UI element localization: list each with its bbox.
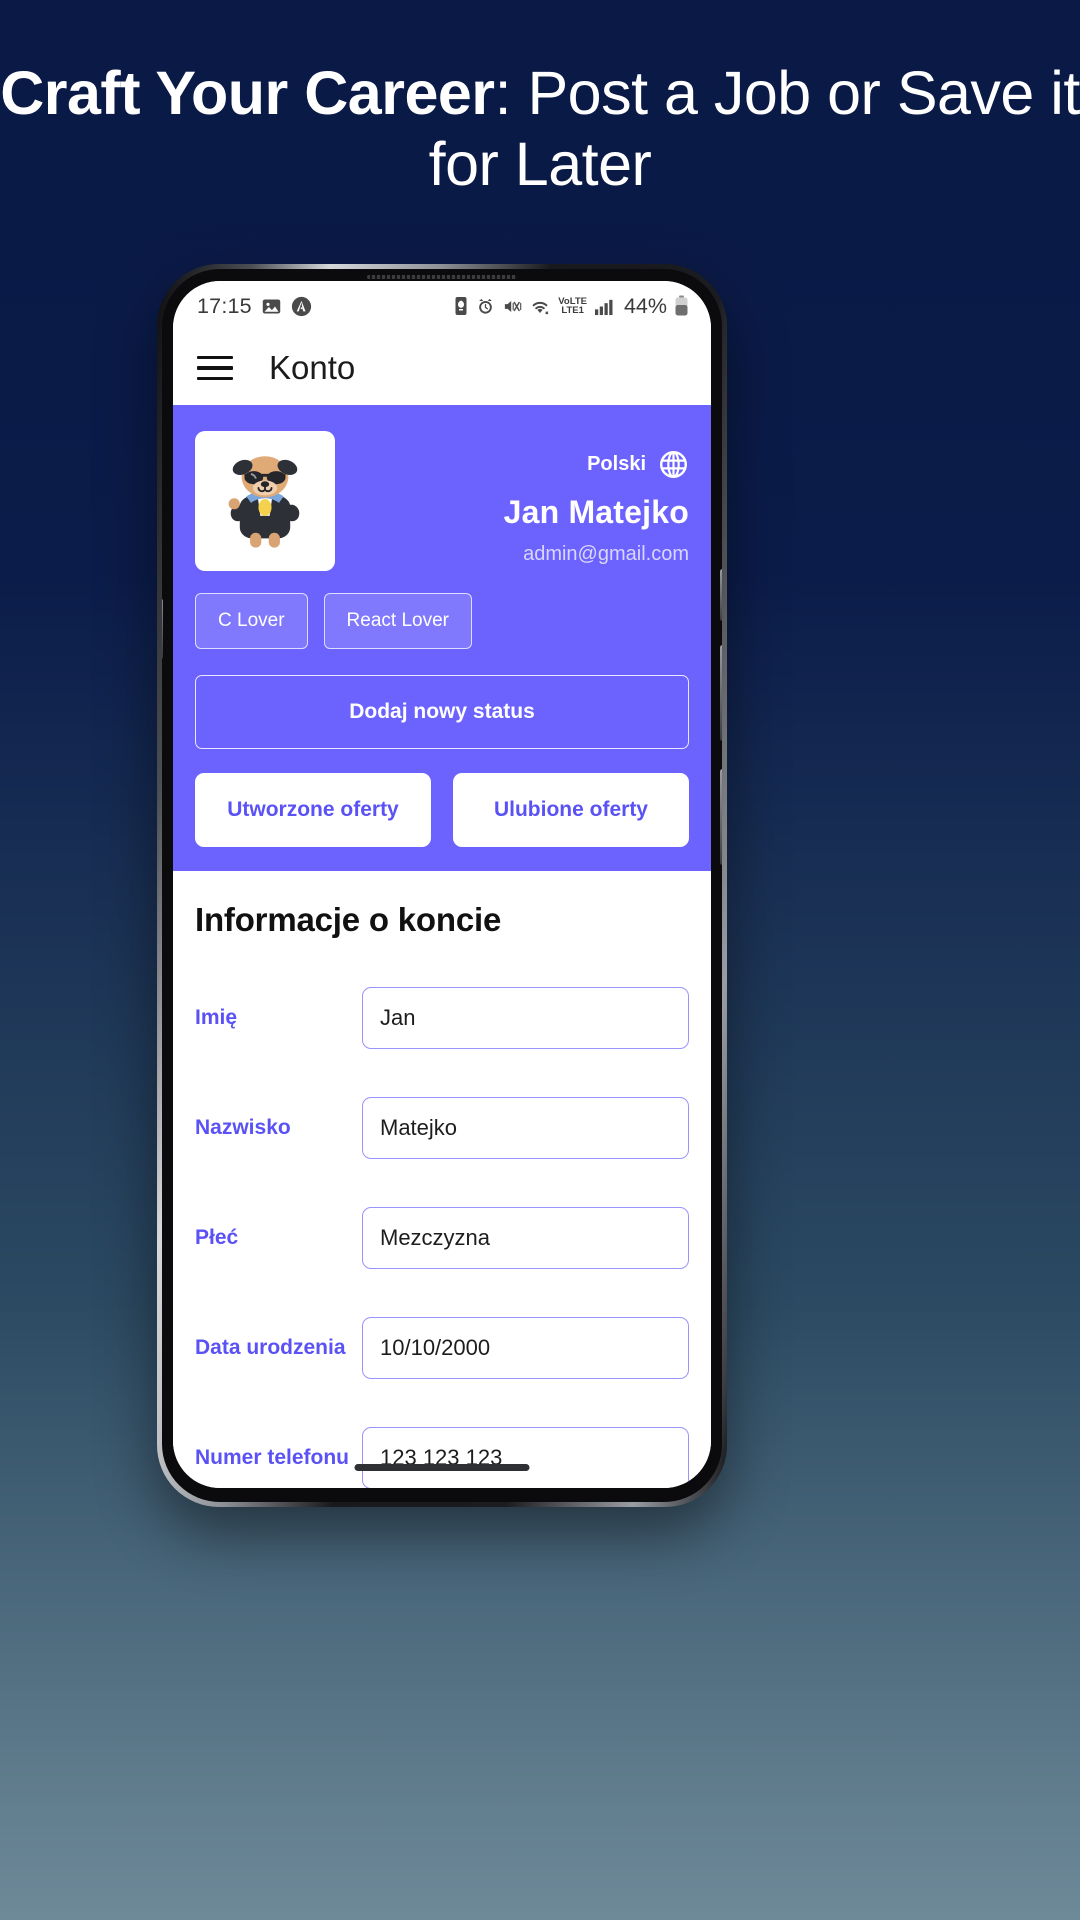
earpiece-speaker	[367, 275, 517, 279]
gender-input[interactable]: Mezczyzna	[362, 1207, 689, 1269]
headline-rest: : Post a Job or Save it for Later	[428, 59, 1080, 199]
profile-meta: Polski Jan Matejko admin@gmail.com	[504, 431, 689, 571]
avatar[interactable]	[195, 431, 335, 571]
volte-label: VoLTE LTE1	[558, 296, 587, 316]
form-field-plec: Płeć Mezczyzna	[195, 1207, 689, 1269]
birth-date-input[interactable]: 10/10/2000	[362, 1317, 689, 1379]
volte-bottom: LTE1	[561, 305, 584, 316]
status-tag[interactable]: React Lover	[323, 593, 472, 649]
favourite-offers-button[interactable]: Ulubione oferty	[453, 773, 689, 847]
profile-email: admin@gmail.com	[523, 543, 689, 565]
language-label: Polski	[587, 453, 646, 475]
field-label: Numer telefonu	[195, 1446, 350, 1469]
globe-icon[interactable]	[658, 449, 689, 480]
phone-power-button[interactable]	[720, 569, 722, 621]
phone-mockup: 17:15 VoLTE LTE1 44% Konto Polski Jan Ma…	[157, 264, 727, 1507]
account-info-title: Informacje o koncie	[195, 901, 502, 938]
app-bar: Konto	[173, 331, 711, 405]
profile-name: Jan Matejko	[503, 494, 689, 530]
offer-buttons-row: Utworzone oferty Ulubione oferty	[195, 773, 689, 847]
image-icon	[261, 296, 282, 317]
add-status-button[interactable]: Dodaj nowy status	[195, 675, 689, 749]
hamburger-line	[197, 376, 233, 381]
phone-left-button[interactable]	[162, 599, 163, 659]
field-label: Data urodzenia	[195, 1336, 346, 1359]
battery-icon	[674, 295, 689, 317]
phone-volume-up-button[interactable]	[720, 645, 722, 741]
headline-bold: Craft Your Career	[0, 59, 495, 127]
page-headline: Craft Your Career: Post a Job or Save it…	[0, 58, 1080, 201]
status-bar-right: VoLTE LTE1 44%	[453, 294, 689, 319]
hamburger-menu-icon[interactable]	[197, 355, 233, 381]
profile-top-row: Polski Jan Matejko admin@gmail.com	[195, 431, 689, 571]
phone-number-input[interactable]: 123 123 123	[362, 1427, 689, 1488]
status-time: 17:15	[197, 293, 252, 318]
form-field-imie: Imię Jan	[195, 987, 689, 1049]
account-info-section: Informacje o koncie Imię Jan Nazwisko Ma…	[173, 871, 711, 1488]
field-label: Nazwisko	[195, 1116, 291, 1139]
alarm-icon	[476, 297, 495, 316]
created-offers-button[interactable]: Utworzone oferty	[195, 773, 431, 847]
status-tag-list: C Lover React Lover	[195, 593, 689, 649]
phone-volume-down-button[interactable]	[720, 769, 722, 865]
hamburger-line	[197, 366, 233, 370]
home-indicator[interactable]	[354, 1464, 530, 1471]
status-bar-left: 17:15	[197, 294, 312, 319]
field-label: Imię	[195, 1006, 238, 1029]
form-field-nazwisko: Nazwisko Matejko	[195, 1097, 689, 1159]
app-circle-icon	[291, 296, 312, 317]
form-field-data-urodzenia: Data urodzenia 10/10/2000	[195, 1317, 689, 1379]
mute-vibrate-icon	[502, 297, 522, 316]
hamburger-line	[197, 355, 233, 360]
phone-bezel: 17:15 VoLTE LTE1 44% Konto Polski Jan Ma…	[162, 269, 722, 1502]
language-selector[interactable]: Polski	[504, 449, 689, 480]
form-field-numer-telefonu: Numer telefonu 123 123 123	[195, 1427, 689, 1488]
battery-saver-icon	[453, 296, 469, 316]
wifi-icon	[529, 297, 551, 316]
profile-panel: Polski Jan Matejko admin@gmail.com C Lov…	[173, 405, 711, 871]
status-tag[interactable]: C Lover	[195, 593, 308, 649]
signal-bars-icon	[594, 297, 615, 316]
page-title: Konto	[269, 349, 356, 386]
battery-percent-label: 44%	[623, 293, 667, 318]
dog-in-suit-avatar	[228, 456, 300, 548]
phone-screen: 17:15 VoLTE LTE1 44% Konto Polski Jan Ma…	[173, 281, 711, 1488]
status-bar: 17:15 VoLTE LTE1 44%	[173, 281, 711, 331]
last-name-input[interactable]: Matejko	[362, 1097, 689, 1159]
field-label: Płeć	[195, 1226, 239, 1249]
first-name-input[interactable]: Jan	[362, 987, 689, 1049]
